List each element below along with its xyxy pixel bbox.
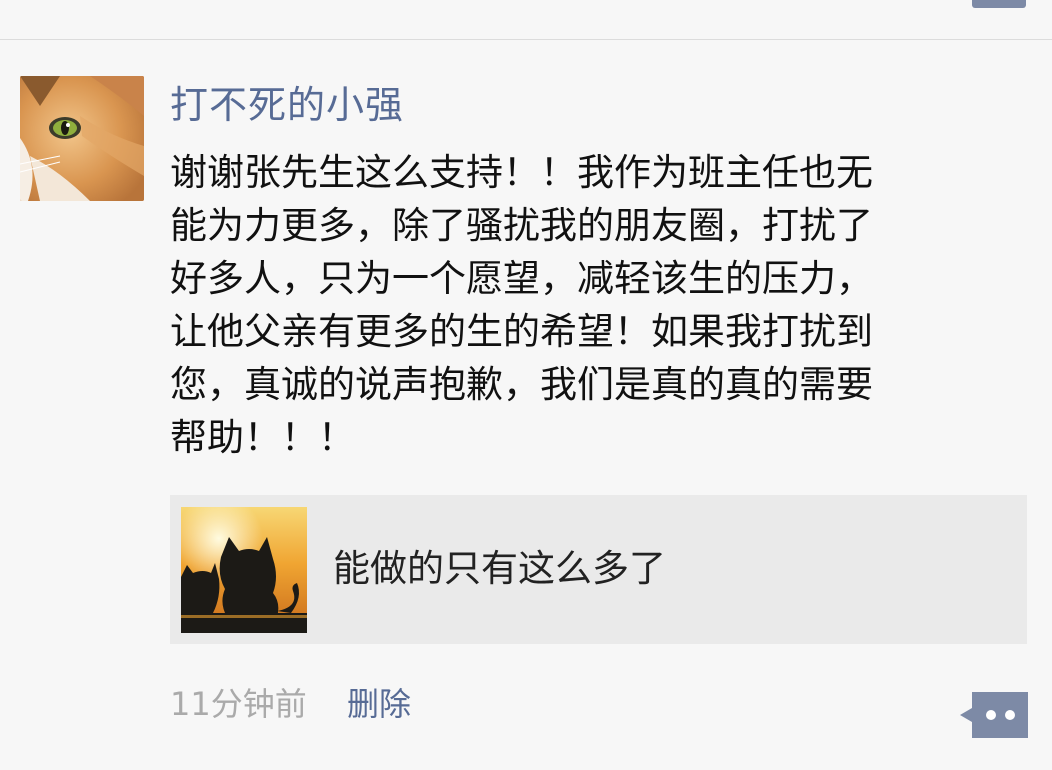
post-text-line: 您，真诚的说声抱歉，我们是真的真的需要: [170, 363, 873, 406]
post-text-line: 谢谢张先生这么支持！！我作为班主任也无: [170, 151, 873, 194]
shared-link-card[interactable]: 能做的只有这么多了: [170, 495, 1027, 644]
post-text-line: 能为力更多，除了骚扰我的朋友圈，打扰了: [170, 204, 873, 247]
previous-post-action-button[interactable]: [972, 0, 1026, 8]
post-text: 谢谢张先生这么支持！！我作为班主任也无 能为力更多，除了骚扰我的朋友圈，打扰了 …: [170, 146, 1030, 464]
moments-post: 打不死的小强 谢谢张先生这么支持！！我作为班主任也无 能为力更多，除了骚扰我的朋…: [0, 0, 1052, 770]
more-actions-button[interactable]: [960, 692, 1028, 738]
more-dots-icon: [960, 692, 1028, 738]
post-divider: [0, 39, 1052, 40]
delete-link[interactable]: 删除: [347, 683, 411, 725]
shared-link-title: 能做的只有这么多了: [333, 547, 666, 590]
post-text-line: 帮助！！！: [170, 416, 355, 459]
user-avatar[interactable]: [20, 76, 144, 201]
shared-link-thumbnail: [181, 507, 307, 633]
post-timestamp: 11分钟前: [170, 685, 307, 723]
cat-avatar-image: [20, 76, 144, 201]
post-text-line: 好多人，只为一个愿望，减轻该生的压力，: [170, 257, 873, 300]
author-name[interactable]: 打不死的小强: [170, 80, 404, 130]
post-text-line: 让他父亲有更多的生的希望！如果我打扰到: [170, 310, 873, 353]
cats-sunset-thumbnail: [181, 507, 307, 633]
